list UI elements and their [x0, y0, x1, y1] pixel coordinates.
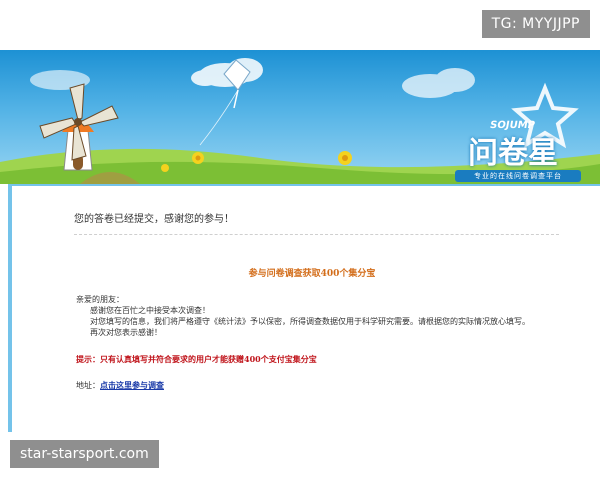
survey-link[interactable]: 点击这里参与调查 — [100, 381, 164, 390]
message-body: 亲爱的朋友： 感谢您在百忙之中接受本次调查！ 对您填写的信息，我们将严格遵守《统… — [76, 294, 530, 338]
promo-title: 参与问卷调查获取400个集分宝 — [248, 269, 376, 279]
submission-thanks-message: 您的答卷已经提交，感谢您的参与！ — [74, 214, 234, 225]
message-line: 再次对您表示感谢！ — [90, 328, 162, 337]
brand-tagline: 专业的在线问卷调查平台 — [455, 170, 581, 182]
survey-address: 地址：点击这里参与调查 — [76, 380, 164, 391]
reward-hint: 提示：只有认真填写并符合要求的用户才能获赠400个支付宝集分宝 — [76, 354, 317, 364]
address-label: 地址： — [76, 381, 100, 390]
confirmation-panel: 您的答卷已经提交，感谢您的参与！ 参与问卷调查获取400个集分宝 亲爱的朋友： … — [8, 184, 600, 432]
dashed-divider — [74, 234, 559, 235]
tg-watermark-label: TG: MYYJJPP — [481, 10, 590, 38]
cloud-icon — [402, 68, 475, 98]
message-line: 感谢您在百忙之中接受本次调查！ — [90, 306, 210, 315]
site-watermark-label: star-starsport.com — [10, 440, 159, 468]
brand-logo-text: 问卷星 — [468, 136, 558, 171]
greeting-text: 亲爱的朋友： — [76, 295, 124, 304]
message-line: 对您填写的信息，我们将严格遵守《统计法》予以保密，所得调查数据仅用于科学研究需要… — [90, 317, 530, 326]
